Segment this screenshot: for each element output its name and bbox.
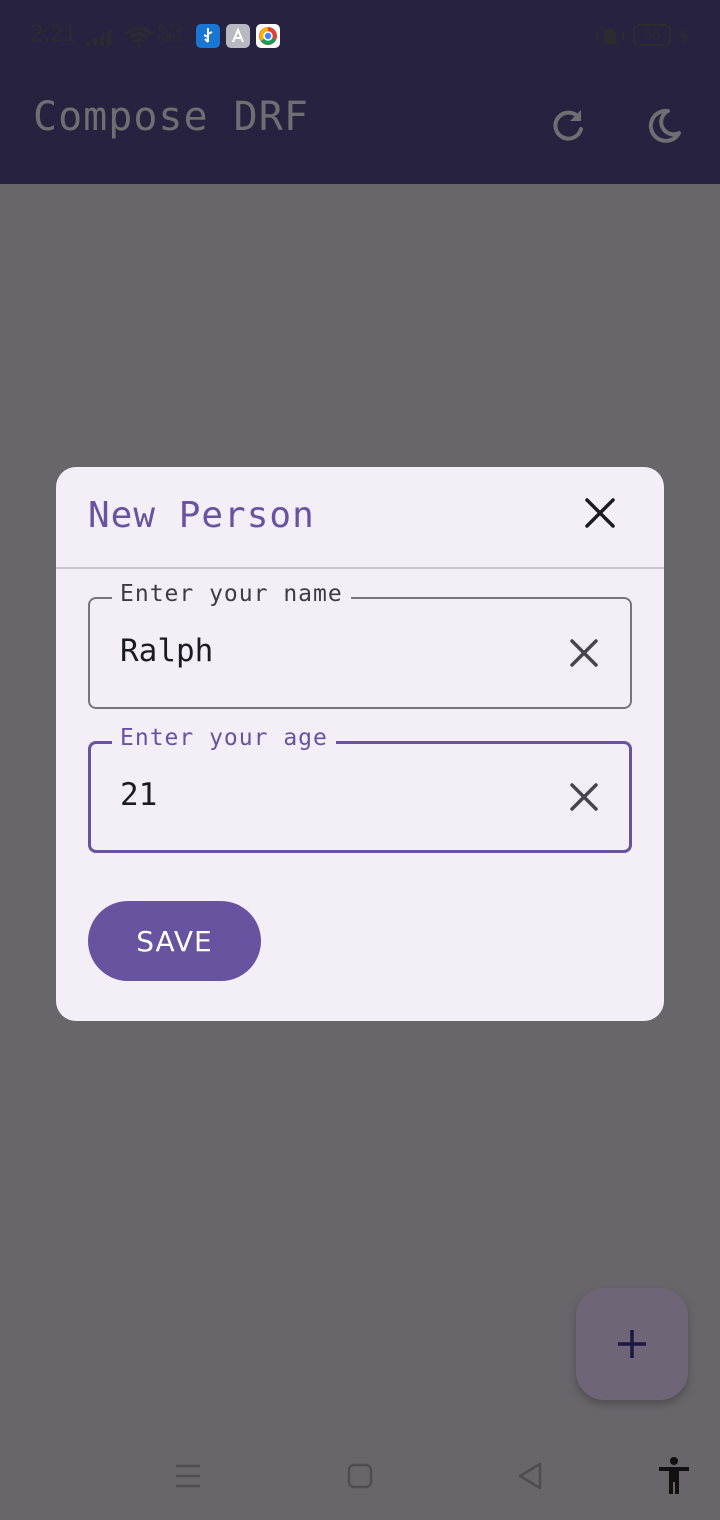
home-icon xyxy=(347,1463,373,1489)
close-icon xyxy=(585,498,615,528)
wifi-icon xyxy=(125,27,153,48)
top-app-bar: Compose DRF xyxy=(0,72,720,184)
age-field-value[interactable]: 21 xyxy=(120,777,157,813)
network-speed: 0.71 KB/S xyxy=(158,22,182,44)
signal-icon xyxy=(86,30,111,46)
app-store-icon xyxy=(226,24,250,48)
accessibility-icon xyxy=(659,1457,689,1494)
battery-level: 56 xyxy=(643,26,661,43)
save-button[interactable]: SAVE xyxy=(88,901,261,981)
dialog-divider xyxy=(56,567,664,569)
usb-icon xyxy=(196,24,220,48)
refresh-icon xyxy=(553,110,583,141)
status-bar: 2:21 0.71 KB/S 56 xyxy=(0,0,720,72)
system-nav-bar xyxy=(0,1430,720,1520)
network-speed-unit: KB/S xyxy=(158,33,182,44)
name-field-label: Enter your name xyxy=(112,581,351,607)
back-icon xyxy=(518,1462,542,1490)
clear-icon xyxy=(570,639,598,667)
name-field[interactable]: Enter your name Ralph xyxy=(88,581,632,709)
age-field[interactable]: Enter your age 21 xyxy=(88,725,632,853)
chrome-icon xyxy=(256,24,280,48)
dialog-close-button[interactable] xyxy=(576,489,624,537)
refresh-button[interactable] xyxy=(536,94,600,158)
nav-home-button[interactable] xyxy=(336,1452,384,1500)
dark-mode-button[interactable] xyxy=(632,94,696,158)
nav-back-button[interactable] xyxy=(506,1452,554,1500)
battery-icon: 56 xyxy=(633,24,671,46)
name-clear-button[interactable] xyxy=(562,631,606,675)
menu-icon xyxy=(176,1464,200,1488)
plus-icon xyxy=(618,1330,646,1358)
age-clear-button[interactable] xyxy=(562,775,606,819)
nav-menu-button[interactable] xyxy=(164,1452,212,1500)
age-field-label: Enter your age xyxy=(112,725,336,751)
charging-icon xyxy=(679,27,689,47)
name-field-value[interactable]: Ralph xyxy=(120,633,213,669)
new-person-dialog: New Person Enter your name Ralph Enter y… xyxy=(56,467,664,1021)
add-person-fab[interactable] xyxy=(576,1288,688,1400)
status-time: 2:21 xyxy=(30,20,77,47)
app-title: Compose DRF xyxy=(33,94,309,140)
dialog-title: New Person xyxy=(88,495,315,536)
dark-mode-icon xyxy=(648,108,681,143)
nav-accessibility-button[interactable] xyxy=(650,1452,698,1500)
clear-icon xyxy=(570,783,598,811)
vibrate-icon xyxy=(596,26,624,47)
